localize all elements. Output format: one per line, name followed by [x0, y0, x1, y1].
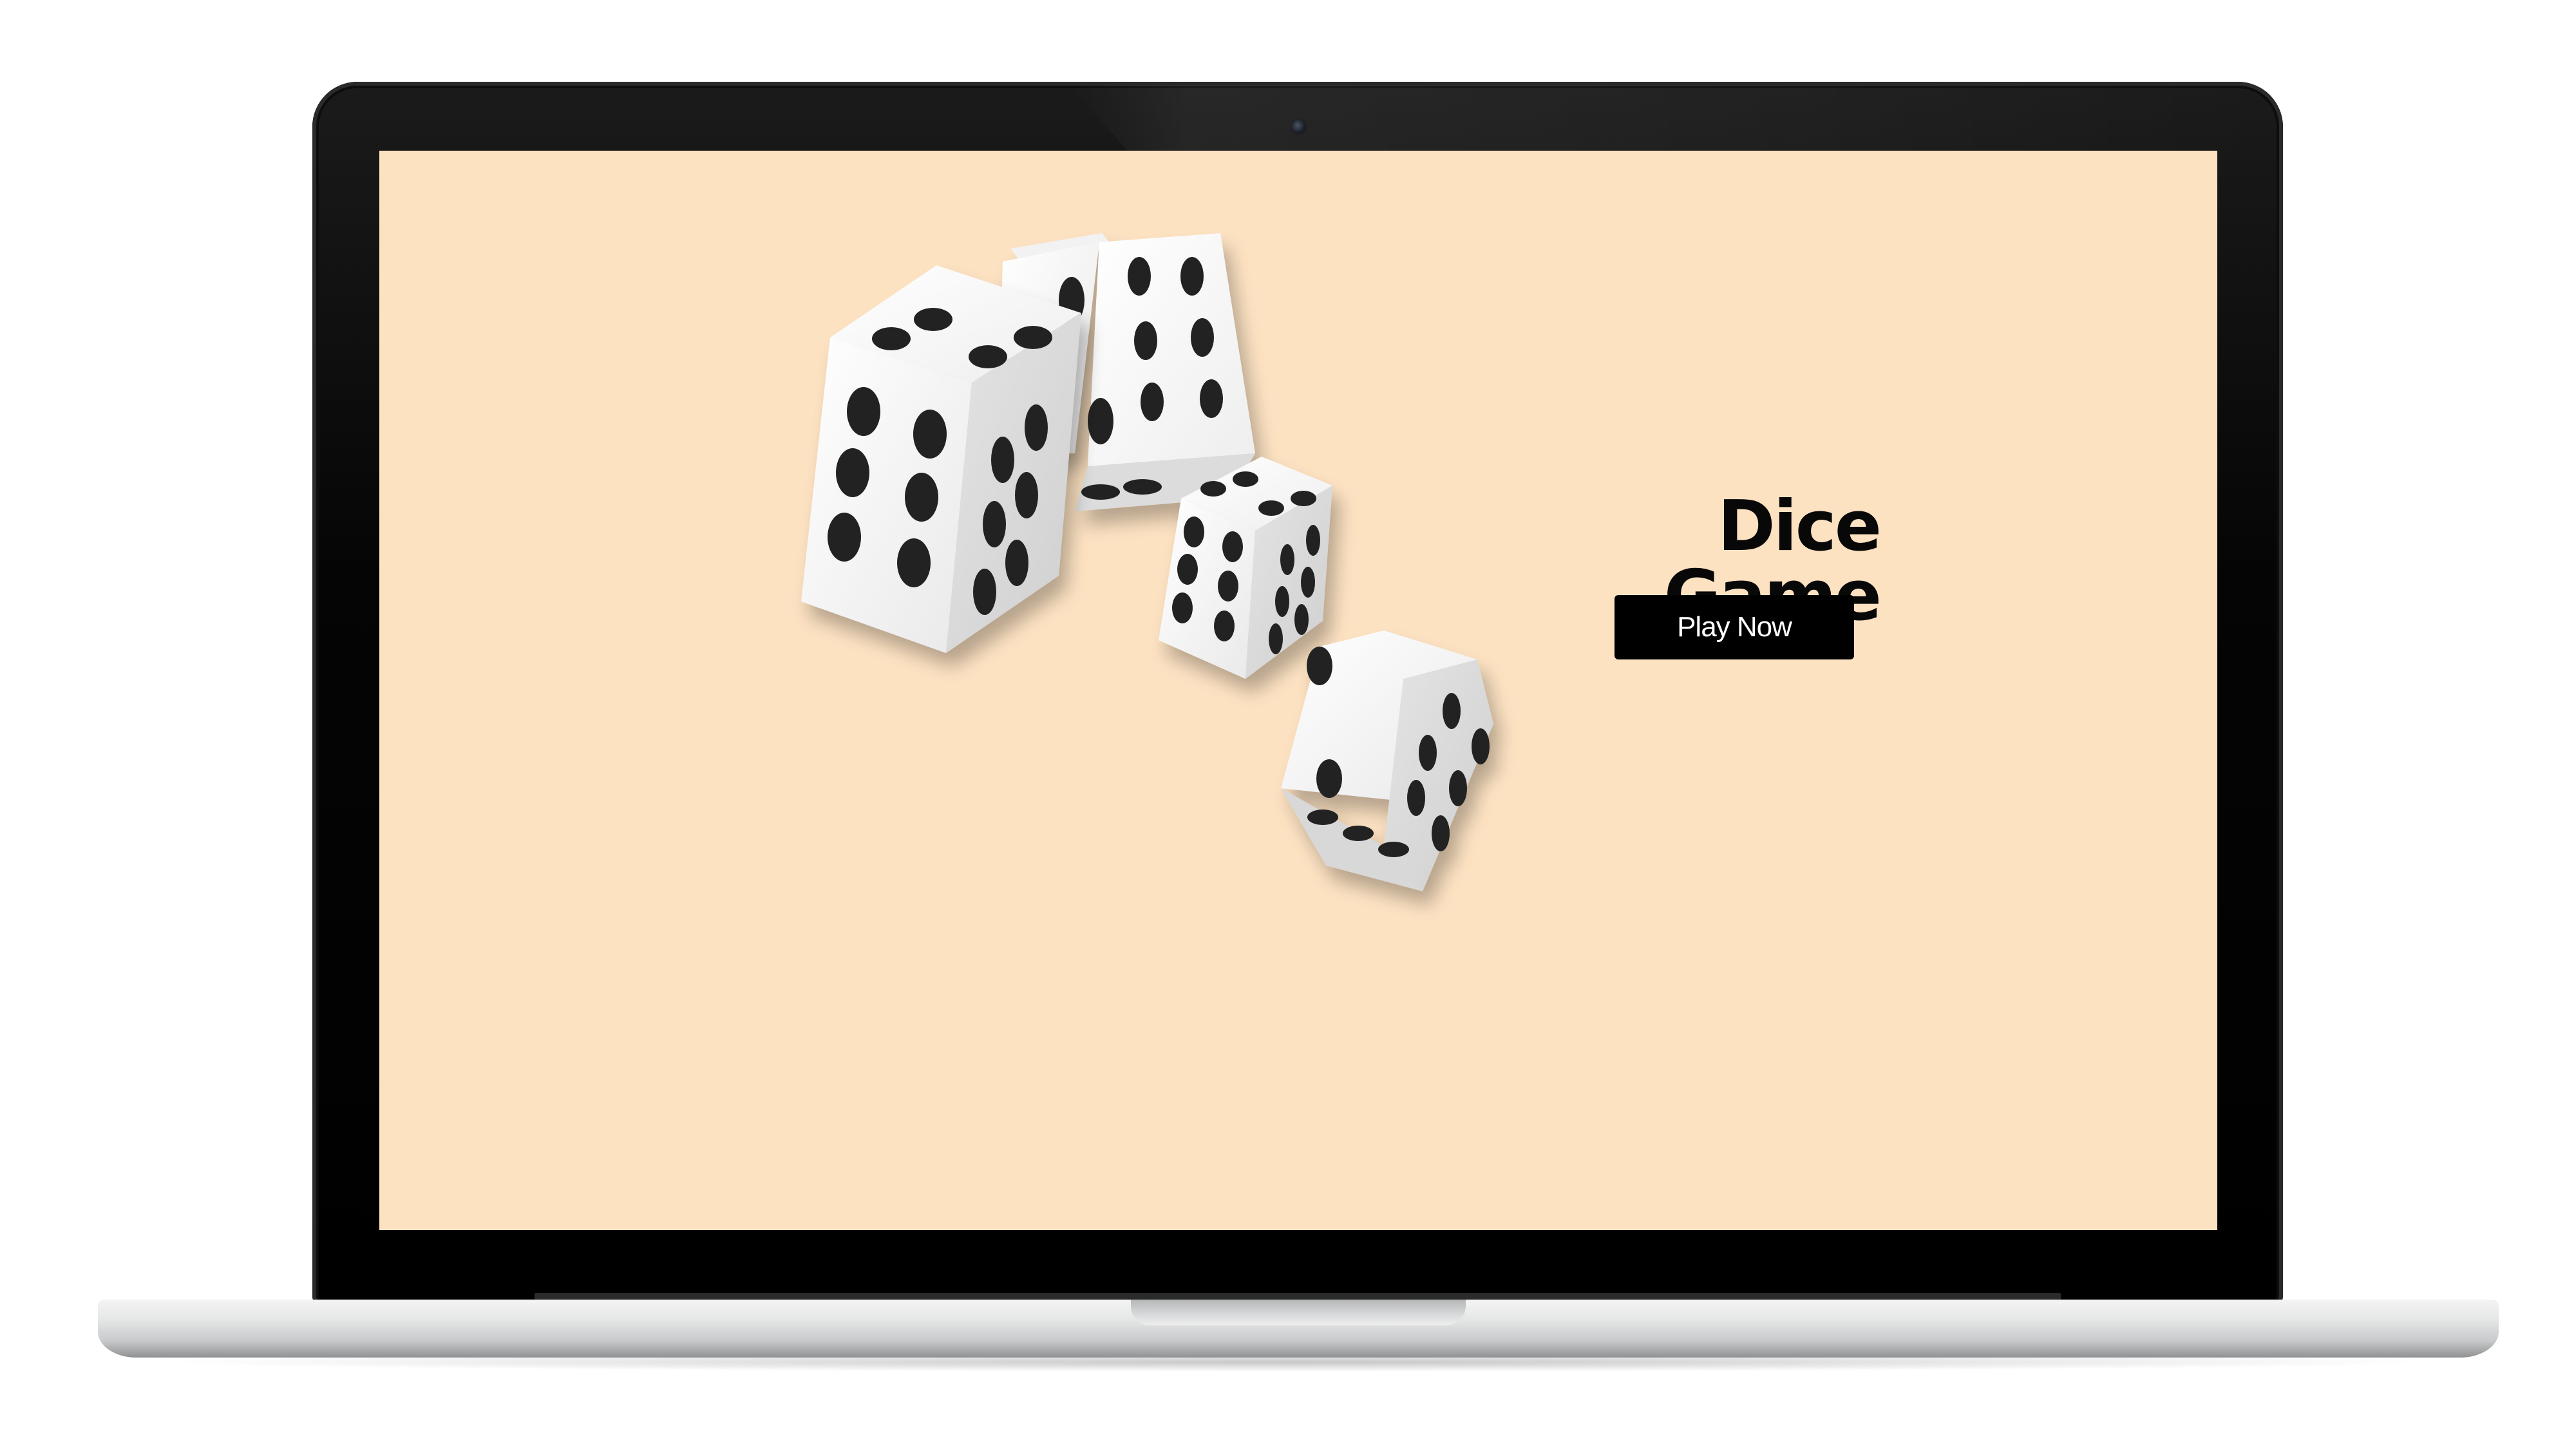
- dice-illustration: [801, 233, 1493, 891]
- die-large: [801, 265, 1081, 653]
- screen: Dice Game Play Now: [379, 151, 2217, 1230]
- camera-icon: [1291, 118, 1307, 135]
- laptop-mockup: Dice Game Play Now: [0, 0, 2576, 1449]
- laptop-notch: [1131, 1300, 1466, 1325]
- lid-glare: [1069, 85, 2273, 153]
- play-now-button[interactable]: Play Now: [1615, 595, 1854, 659]
- die-bottom: [1281, 630, 1493, 891]
